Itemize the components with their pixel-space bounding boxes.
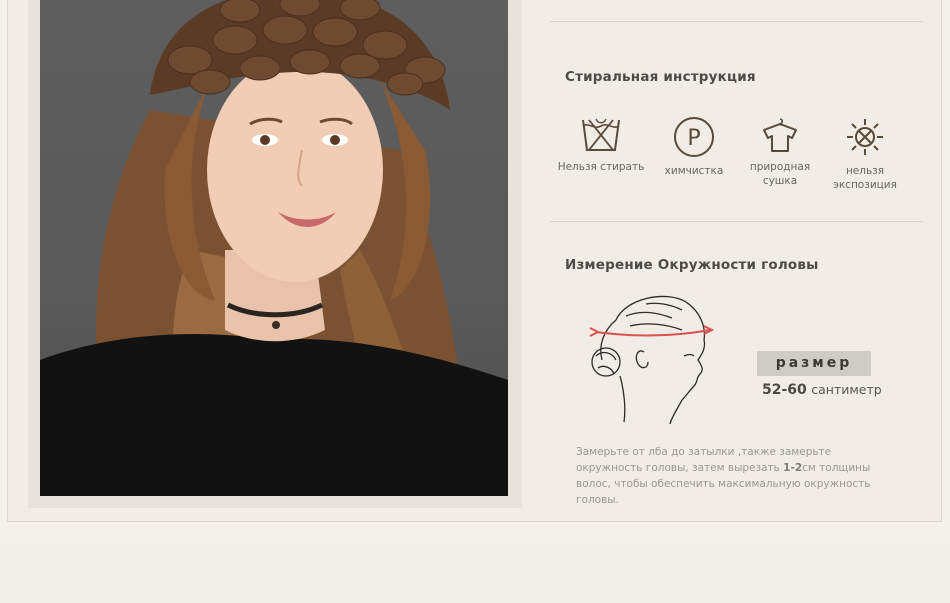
size-unit: сантиметр	[811, 382, 882, 397]
next-section-background	[0, 544, 950, 603]
care-label-no-sun: нельзя экспозиция	[833, 165, 897, 191]
care-item-natural-dry: природная сушка	[732, 116, 828, 188]
model-photo-illustration	[40, 0, 508, 496]
care-item-dry-clean: P химчистка	[646, 116, 742, 178]
care-item-no-wash: Нельзя стирать	[553, 116, 649, 174]
model-photo	[40, 0, 508, 496]
size-range: 52-60	[762, 382, 807, 398]
measure-title: Измерение Окружности головы	[565, 257, 819, 273]
note-bold: 1-2	[783, 462, 803, 474]
care-title: Стиральная инструкция	[565, 69, 756, 85]
size-badge: размер	[757, 351, 871, 376]
divider-top	[550, 21, 923, 22]
head-measure-icon	[589, 295, 715, 425]
no-wash-icon	[582, 118, 620, 151]
divider-middle	[550, 221, 923, 222]
natural-dry-icon	[763, 118, 797, 152]
no-sun-icon	[847, 119, 883, 155]
care-label-no-wash: Нельзя стирать	[557, 161, 645, 173]
dry-clean-icon: P	[674, 117, 714, 157]
care-label-natural-dry: природная сушка	[749, 161, 811, 187]
size-value: 52-60 сантиметр	[762, 382, 882, 398]
svg-text:P: P	[687, 126, 700, 151]
tape-line	[595, 329, 711, 337]
measure-note: Замерьте от лба до затылки ,также замерь…	[576, 444, 896, 508]
care-label-dry-clean: химчистка	[664, 165, 724, 177]
care-item-no-sun: нельзя экспозиция	[817, 116, 913, 192]
